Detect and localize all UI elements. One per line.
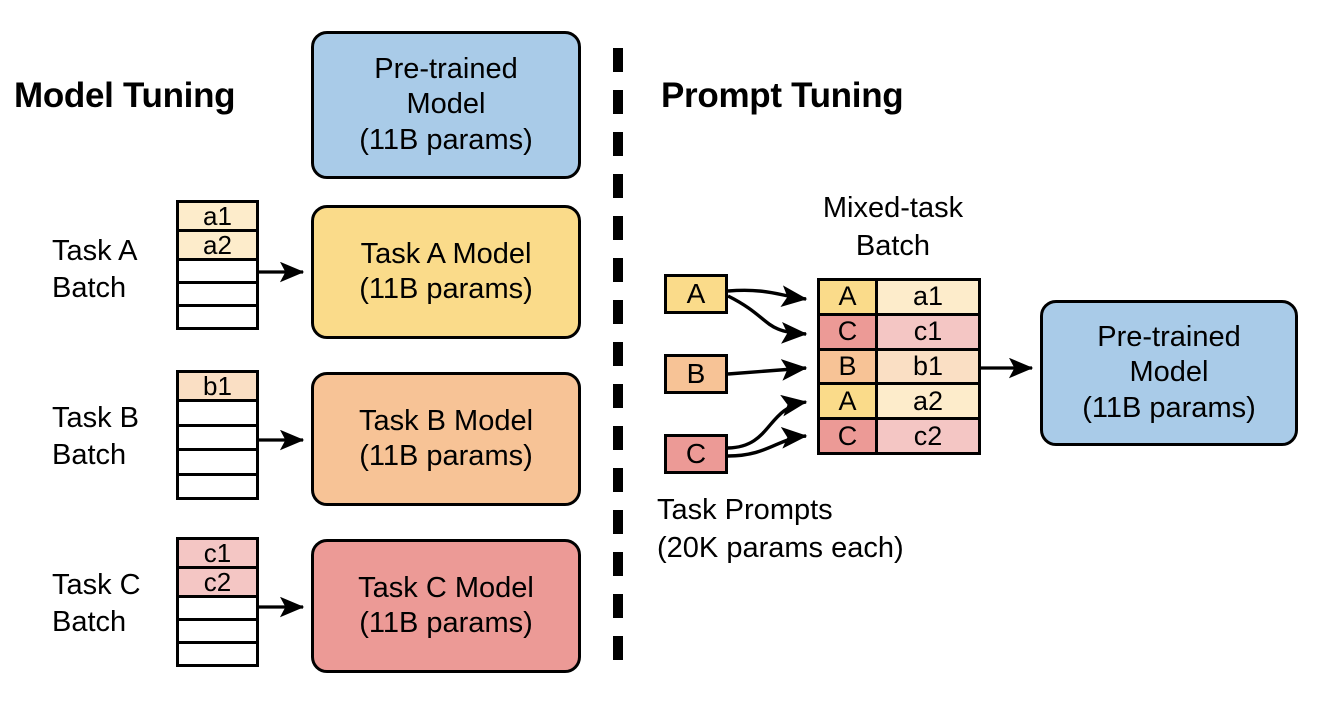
mixed-task-batch-row: A a1 xyxy=(820,281,978,316)
task-c-model-line-2: (11B params) xyxy=(359,607,533,639)
task-c-model-line-1: Task C Model xyxy=(358,571,534,604)
mixed-batch-task-cell: B xyxy=(820,350,878,383)
arrow-prompt-b-to-row-3 xyxy=(727,359,808,381)
prompt-tuning-title: Prompt Tuning xyxy=(661,76,904,115)
task-c-batch-cell: c2 xyxy=(179,569,256,598)
task-c-model-box: Task C Model (11B params) xyxy=(311,539,581,673)
task-a-model-box: Task A Model (11B params) xyxy=(311,205,581,339)
task-prompts-caption: Task Prompts (20K params each) xyxy=(657,492,904,567)
task-b-batch-label-line-1: Task B xyxy=(52,402,140,434)
task-a-batch-cell xyxy=(179,261,256,284)
task-c-batch-cell xyxy=(179,621,256,644)
task-b-batch-cell xyxy=(179,402,256,427)
task-b-batch-table: b1 xyxy=(176,370,259,500)
left-pretrained-line-3: (11B params) xyxy=(359,123,533,156)
arrow-prompt-c-to-row-5 xyxy=(727,426,808,458)
task-c-batch-label-line-1: Task C xyxy=(52,569,141,601)
mixed-task-batch-table: A a1 C c1 B b1 A a2 C c2 xyxy=(817,278,981,455)
task-a-batch-label: Task A Batch xyxy=(52,233,137,307)
right-pretrained-model-box: Pre-trained Model (11B params) xyxy=(1040,300,1298,446)
task-a-batch-label-line-2: Batch xyxy=(52,272,127,305)
task-c-batch-label-line-2: Batch xyxy=(52,606,127,639)
mixed-batch-example-cell: a1 xyxy=(878,281,978,313)
task-a-batch-cell: a2 xyxy=(179,232,256,261)
task-prompt-chip-c[interactable]: C xyxy=(664,434,728,474)
task-a-model-line-2: (11B params) xyxy=(359,273,533,305)
left-pretrained-line-2: Model xyxy=(406,88,486,121)
task-prompts-caption-line-2: (20K params each) xyxy=(657,531,904,564)
arrow-prompt-a-to-row-1 xyxy=(727,285,808,307)
mixed-task-batch-row: B b1 xyxy=(820,350,978,386)
task-b-batch-cell xyxy=(179,475,256,497)
batch-to-model-arrows xyxy=(259,261,305,618)
mixed-task-batch-caption: Mixed-task Batch xyxy=(798,190,988,265)
vertical-dashed-divider xyxy=(613,48,623,678)
diagram-canvas: Model Tuning Pre-trained Model (11B para… xyxy=(0,0,1336,722)
task-b-batch-cell xyxy=(179,426,256,451)
task-b-batch-label-line-2: Batch xyxy=(52,439,127,472)
mixed-batch-task-cell: A xyxy=(820,281,878,313)
right-pretrained-line-3: (11B params) xyxy=(1082,391,1256,424)
task-a-model-line-1: Task A Model xyxy=(360,237,532,270)
mixed-batch-task-cell: C xyxy=(820,315,878,348)
prompt-to-batch-arrows xyxy=(727,285,808,458)
mixed-batch-task-cell: C xyxy=(820,420,878,452)
task-prompts-caption-line-1: Task Prompts xyxy=(657,494,833,526)
task-prompt-chip-b[interactable]: B xyxy=(664,354,728,394)
task-c-batch-cell xyxy=(179,598,256,621)
task-b-batch-cell: b1 xyxy=(179,373,256,402)
task-a-batch-cell xyxy=(179,307,256,327)
left-pretrained-model-box: Pre-trained Model (11B params) xyxy=(311,31,581,179)
task-b-model-box: Task B Model (11B params) xyxy=(311,372,581,506)
mixed-batch-example-cell: c1 xyxy=(878,315,978,348)
task-a-batch-table: a1 a2 xyxy=(176,200,259,330)
left-pretrained-line-1: Pre-trained xyxy=(374,52,518,85)
right-pretrained-line-2: Model xyxy=(1129,356,1209,389)
arrow-prompt-c-to-row-2 xyxy=(727,394,808,450)
mixed-task-batch-caption-line-2: Batch xyxy=(855,229,931,262)
task-c-batch-table: c1 c2 xyxy=(176,537,259,667)
task-b-batch-label: Task B Batch xyxy=(52,400,139,474)
mixed-batch-task-cell: A xyxy=(820,385,878,418)
task-a-batch-cell: a1 xyxy=(179,203,256,232)
task-b-model-line-1: Task B Model xyxy=(358,404,534,437)
task-c-batch-label: Task C Batch xyxy=(52,567,141,641)
mixed-batch-example-cell: c2 xyxy=(878,420,978,452)
mixed-task-batch-caption-line-1: Mixed-task xyxy=(822,192,964,224)
task-prompt-chip-a[interactable]: A xyxy=(664,274,728,314)
task-c-batch-cell: c1 xyxy=(179,540,256,569)
right-pretrained-line-1: Pre-trained xyxy=(1097,320,1241,353)
mixed-task-batch-row: C c1 xyxy=(820,315,978,351)
task-b-model-line-2: (11B params) xyxy=(359,440,533,472)
arrow-prompt-a-to-row-4 xyxy=(727,294,808,344)
model-tuning-title: Model Tuning xyxy=(14,76,236,115)
mixed-batch-example-cell: a2 xyxy=(878,385,978,418)
mixed-task-batch-row: A a2 xyxy=(820,385,978,421)
mixed-task-batch-row: C c2 xyxy=(820,420,978,452)
task-b-batch-cell xyxy=(179,451,256,476)
mixed-batch-example-cell: b1 xyxy=(878,350,978,383)
task-a-batch-label-line-1: Task A xyxy=(52,235,138,267)
task-a-batch-cell xyxy=(179,284,256,307)
task-c-batch-cell xyxy=(179,644,256,664)
